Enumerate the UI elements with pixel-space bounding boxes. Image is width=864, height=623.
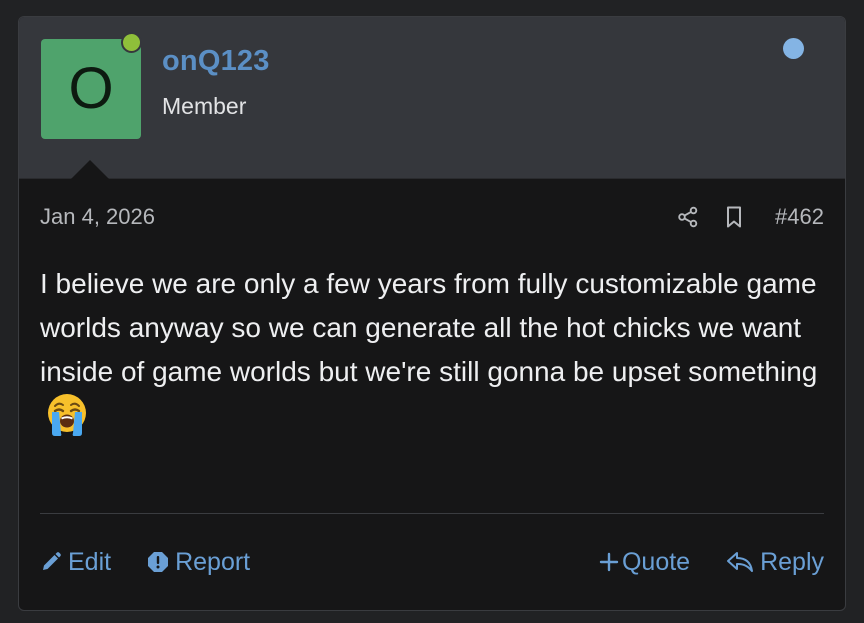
avatar[interactable]: O (41, 39, 141, 139)
post-body: I believe we are only a few years from f… (40, 262, 827, 441)
post-action-bar: Edit Report Quote Reply (40, 543, 824, 581)
forum-post: O onQ123 Member Jan 4, 2026 #462 I belie… (18, 16, 846, 611)
post-date-link[interactable]: Jan 4, 2026 (40, 204, 155, 230)
avatar-letter: O (68, 56, 114, 121)
post-text: I believe we are only a few years from f… (40, 268, 818, 387)
header-pointer-arrow (71, 160, 109, 179)
share-icon[interactable] (675, 204, 701, 230)
reply-arrow-icon (726, 550, 754, 574)
post-number-link[interactable]: #462 (775, 204, 824, 230)
plus-icon (599, 552, 619, 572)
reply-button[interactable]: Reply (726, 548, 824, 577)
username-link[interactable]: onQ123 (162, 45, 270, 78)
pencil-icon (40, 551, 62, 573)
user-title: Member (162, 93, 247, 119)
post-meta-row: Jan 4, 2026 #462 (40, 202, 824, 232)
quote-button[interactable]: Quote (599, 548, 690, 577)
report-label: Report (175, 547, 251, 576)
post-header: O onQ123 Member (19, 17, 845, 179)
action-divider (40, 513, 824, 514)
loudly-crying-face-emoji-icon (44, 391, 90, 437)
unread-indicator (783, 38, 804, 59)
quote-label: Quote (621, 547, 691, 576)
edit-label: Edit (68, 547, 112, 576)
alert-icon (147, 551, 169, 573)
bookmark-icon[interactable] (721, 204, 747, 230)
reply-label: Reply (760, 547, 824, 576)
online-status-indicator (121, 32, 142, 53)
report-button[interactable]: Report (147, 548, 250, 577)
edit-button[interactable]: Edit (40, 548, 111, 577)
